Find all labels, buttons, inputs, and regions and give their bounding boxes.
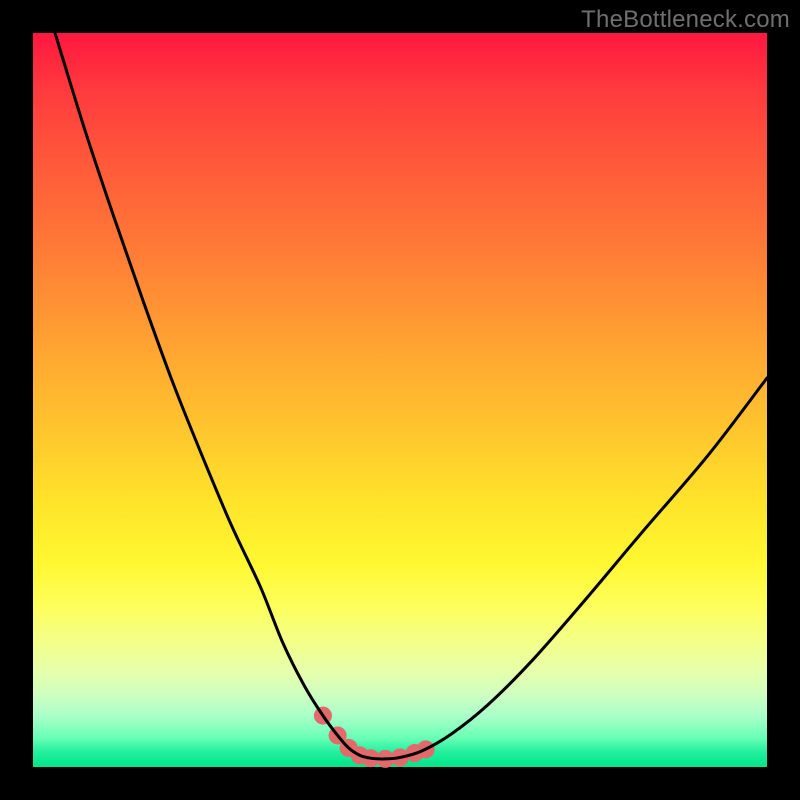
bottleneck-curve-path	[55, 33, 767, 759]
watermark-text: TheBottleneck.com	[581, 6, 790, 34]
outer-frame: TheBottleneck.com	[0, 0, 800, 800]
chart-svg	[33, 33, 767, 767]
